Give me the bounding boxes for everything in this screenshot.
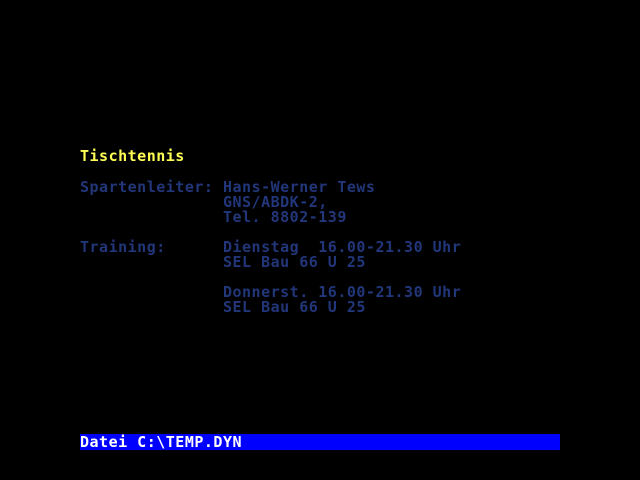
- terminal-screen: Tischtennis Spartenleiter: Hans-Werner T…: [0, 0, 640, 480]
- page-title: Tischtennis: [80, 147, 185, 165]
- training-line-tuesday-location: SEL Bau 66 U 25: [80, 253, 366, 271]
- contact-line-phone: Tel. 8802-139: [80, 208, 347, 226]
- status-bar-file-label: Datei C:\TEMP.DYN: [80, 433, 243, 451]
- training-line-thursday-location: SEL Bau 66 U 25: [80, 298, 366, 316]
- status-bar: Datei C:\TEMP.DYN: [80, 434, 560, 450]
